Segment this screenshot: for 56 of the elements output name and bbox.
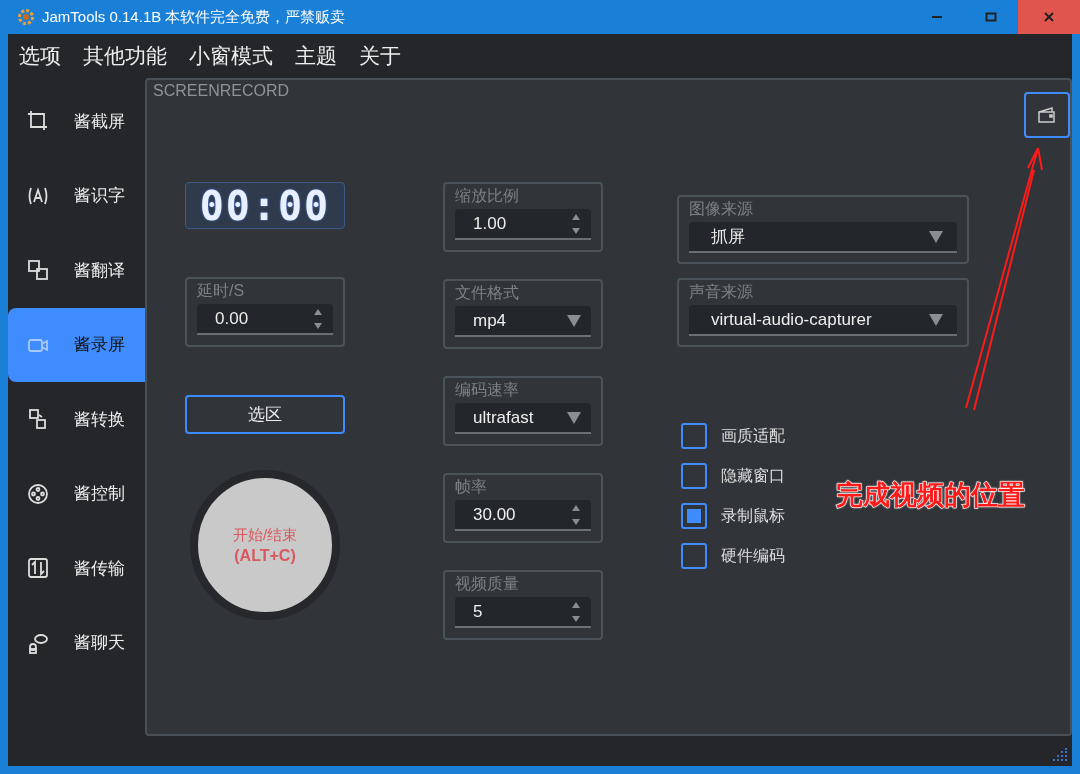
- control-pad-icon: [26, 481, 50, 506]
- caret-icon: [929, 230, 943, 243]
- checkbox[interactable]: [681, 503, 707, 529]
- menu-item[interactable]: 其他功能: [83, 42, 167, 70]
- field-label: 声音来源: [689, 282, 754, 302]
- field-label: 缩放比例: [455, 186, 520, 206]
- sidebar-item[interactable]: 酱聊天: [8, 605, 145, 680]
- sidebar-item[interactable]: 酱控制: [8, 456, 145, 531]
- panel-title: SCREENRECORD: [153, 82, 289, 100]
- translate-icon: [26, 258, 50, 283]
- timer-display: 00:00: [185, 182, 345, 229]
- field-label: 图像来源: [689, 199, 754, 219]
- dropdown[interactable]: virtual-audio-capturer: [689, 305, 957, 336]
- checkbox[interactable]: [681, 543, 707, 569]
- dropdown[interactable]: mp4: [455, 306, 591, 337]
- checkbox-label: 画质适配: [721, 425, 785, 446]
- menu-item[interactable]: 主题: [295, 42, 337, 70]
- caret-icon: [929, 313, 943, 326]
- sidebar-item[interactable]: 酱转换: [8, 382, 145, 457]
- spin-box[interactable]: 30.00: [455, 500, 591, 531]
- sidebar-item[interactable]: 酱翻译: [8, 233, 145, 308]
- field-label: 文件格式: [455, 283, 520, 303]
- sidebar-item[interactable]: 酱识字: [8, 158, 145, 233]
- spin-box[interactable]: 0.00: [197, 304, 333, 335]
- sidebar-item[interactable]: 酱传输: [8, 531, 145, 606]
- minimize-icon: [932, 16, 942, 18]
- field-label: 视频质量: [455, 574, 520, 594]
- annotation-text: 完成视频的位置: [836, 479, 1025, 512]
- output-folder-button[interactable]: [1024, 92, 1070, 138]
- dropdown[interactable]: 抓屏: [689, 222, 957, 253]
- menu-item[interactable]: 小窗模式: [189, 42, 273, 70]
- spin-box[interactable]: 1.00: [455, 209, 591, 240]
- checkbox-label: 录制鼠标: [721, 505, 785, 526]
- resize-grip-icon[interactable]: [1050, 748, 1068, 762]
- window-title: JamTools 0.14.1B 本软件完全免费，严禁贩卖: [42, 7, 347, 27]
- gear-logo-icon: [16, 7, 36, 27]
- close-icon: [1043, 11, 1055, 23]
- checkbox[interactable]: [681, 463, 707, 489]
- dropdown[interactable]: ultrafast: [455, 403, 591, 434]
- field-label: 延时/S: [197, 281, 246, 301]
- menu-item[interactable]: 选项: [19, 42, 61, 70]
- maximize-icon: [985, 11, 997, 23]
- transfer-icon: [26, 556, 50, 581]
- wallet-icon: [1038, 107, 1056, 123]
- field-label: 编码速率: [455, 380, 520, 400]
- field-label: 帧率: [455, 477, 488, 497]
- spin-box[interactable]: 5: [455, 597, 591, 628]
- select-area-button[interactable]: 选区: [185, 395, 345, 434]
- menu-item[interactable]: 关于: [359, 42, 401, 70]
- caret-icon: [567, 314, 581, 327]
- sidebar-item[interactable]: 酱截屏: [8, 84, 145, 159]
- checkbox[interactable]: [681, 423, 707, 449]
- checkbox-label: 硬件编码: [721, 545, 785, 566]
- caret-icon: [567, 411, 581, 424]
- checkbox-label: 隐藏窗口: [721, 465, 785, 486]
- sidebar-item[interactable]: 酱录屏: [8, 307, 145, 382]
